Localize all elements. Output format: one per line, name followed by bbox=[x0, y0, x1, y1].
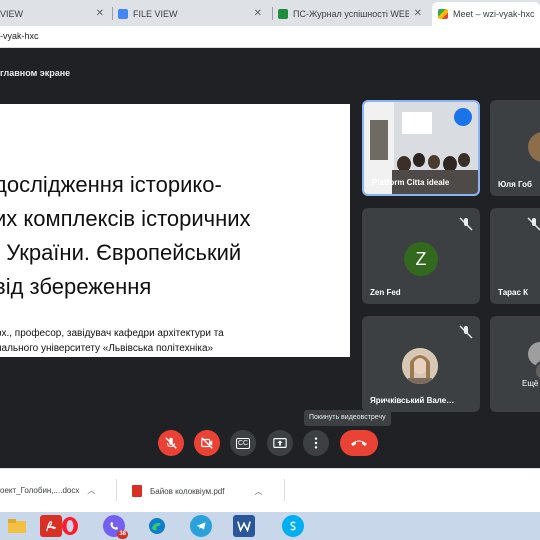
captions-icon: CC bbox=[235, 437, 251, 449]
avatar bbox=[402, 348, 438, 384]
download-separator bbox=[116, 479, 117, 501]
tab-title: VIEW bbox=[0, 9, 24, 19]
participant-name: Zen Fed bbox=[370, 288, 401, 297]
shared-slide: дослідження історико- их комплексів істо… bbox=[0, 104, 350, 357]
presentation-label: главном экране bbox=[0, 68, 71, 78]
mic-off-icon bbox=[459, 217, 473, 231]
camera-toggle-button[interactable] bbox=[194, 430, 220, 456]
mic-off-icon bbox=[527, 217, 540, 231]
mic-off-icon bbox=[165, 437, 177, 449]
participant-tile[interactable]: Ещё bbox=[490, 316, 540, 412]
edge-browser-icon[interactable] bbox=[146, 515, 168, 537]
file-explorer-icon[interactable] bbox=[6, 515, 28, 537]
tab-separator bbox=[272, 7, 273, 20]
meet-icon bbox=[438, 9, 448, 19]
meet-stage: главном экране дослідження історико- их … bbox=[0, 48, 540, 468]
close-icon[interactable]: ✕ bbox=[96, 8, 104, 19]
participant-name: Яричківський Вале… bbox=[370, 396, 455, 405]
mic-off-icon bbox=[459, 325, 473, 339]
tab-title: Meet – wzi-vyak-hxc bbox=[453, 9, 535, 19]
opera-browser-icon[interactable] bbox=[59, 515, 81, 537]
tab-separator bbox=[112, 7, 113, 20]
slide-title-line: ї України. Європейський bbox=[0, 240, 242, 265]
browser-tab-bar: VIEW ✕ FILE VIEW ✕ ПС-Журнал успішності … bbox=[0, 0, 540, 26]
captions-button[interactable]: CC bbox=[230, 430, 256, 456]
close-icon[interactable]: ✕ bbox=[414, 8, 422, 19]
chevron-up-icon[interactable]: ︿ bbox=[254, 486, 262, 497]
taskbar: 38 bbox=[0, 512, 540, 540]
slide-title-line: их комплексів історичних bbox=[0, 206, 251, 231]
slide-title-line: від збереження bbox=[0, 274, 152, 299]
present-now-button[interactable] bbox=[267, 430, 293, 456]
downloads-bar: оект_Голобин,....docx ︿ Байов колоквіум.… bbox=[0, 468, 540, 512]
speaking-indicator-icon bbox=[454, 108, 472, 126]
skype-icon[interactable] bbox=[282, 515, 304, 537]
tab-view[interactable]: VIEW ✕ bbox=[0, 2, 110, 26]
notification-badge: 38 bbox=[117, 530, 128, 539]
url-text: -vyak-hxc bbox=[0, 31, 39, 41]
tab-title: FILE VIEW bbox=[133, 9, 178, 19]
pdf-icon bbox=[132, 485, 142, 497]
telegram-icon[interactable] bbox=[190, 515, 212, 537]
avatar bbox=[528, 132, 540, 162]
download-filename: оект_Голобин,....docx bbox=[0, 486, 80, 495]
profile-photo bbox=[402, 348, 438, 384]
avatar: Z bbox=[404, 242, 438, 276]
slide-title-line: дослідження історико- bbox=[0, 172, 222, 197]
more-vertical-icon bbox=[314, 437, 318, 449]
more-options-button[interactable] bbox=[303, 430, 329, 456]
camera-off-icon bbox=[201, 437, 213, 449]
participant-tile[interactable]: Юля Гоб bbox=[490, 100, 540, 196]
call-controls: CC bbox=[0, 428, 540, 468]
participant-tile[interactable]: Яричківський Вале… bbox=[362, 316, 480, 412]
tab-title: ПС-Журнал успішності WEB · bbox=[293, 9, 409, 19]
address-bar[interactable]: -vyak-hxc bbox=[0, 26, 540, 48]
sheet-icon bbox=[278, 9, 288, 19]
tab-meet[interactable]: Meet – wzi-vyak-hxc bbox=[432, 2, 540, 26]
present-screen-icon bbox=[273, 438, 287, 448]
slide-subtitle: рх., професор, завідувач кафедри архітек… bbox=[0, 326, 350, 356]
participant-tile[interactable]: Platform Citta ideale bbox=[362, 100, 480, 196]
download-separator bbox=[284, 479, 285, 501]
tab-file-view[interactable]: FILE VIEW ✕ bbox=[118, 2, 268, 26]
download-item[interactable]: оект_Голобин,....docx ︿ bbox=[0, 485, 95, 496]
participant-name: Тарас К bbox=[498, 288, 529, 297]
participant-name: Platform Citta ideale bbox=[372, 178, 450, 187]
hang-up-icon bbox=[351, 440, 367, 446]
participant-name: Юля Гоб bbox=[498, 180, 532, 189]
tab-journal[interactable]: ПС-Журнал успішності WEB · ✕ bbox=[278, 2, 428, 26]
slide-title: дослідження історико- их комплексів істо… bbox=[0, 168, 350, 304]
participant-tile[interactable]: Тарас К bbox=[490, 208, 540, 304]
more-participants-label: Ещё bbox=[522, 379, 539, 388]
viber-icon[interactable]: 38 bbox=[103, 515, 128, 539]
word-icon[interactable] bbox=[233, 515, 255, 537]
document-icon bbox=[118, 9, 128, 19]
leave-call-button[interactable] bbox=[340, 430, 378, 456]
slide-subtitle-line: рх., професор, завідувач кафедри архітек… bbox=[0, 328, 224, 339]
download-filename: Байов колоквіум.pdf bbox=[150, 486, 225, 496]
close-icon[interactable]: ✕ bbox=[254, 8, 262, 19]
chevron-up-icon[interactable]: ︿ bbox=[87, 485, 95, 496]
participant-tile[interactable]: Z Zen Fed bbox=[362, 208, 480, 304]
download-item[interactable]: Байов колоквіум.pdf ︿ bbox=[132, 485, 262, 497]
slide-subtitle-line: нального університету «Львівська політех… bbox=[0, 343, 214, 354]
leave-call-tooltip: Покинуть видеовстречу bbox=[304, 410, 391, 426]
microphone-toggle-button[interactable] bbox=[158, 430, 184, 456]
